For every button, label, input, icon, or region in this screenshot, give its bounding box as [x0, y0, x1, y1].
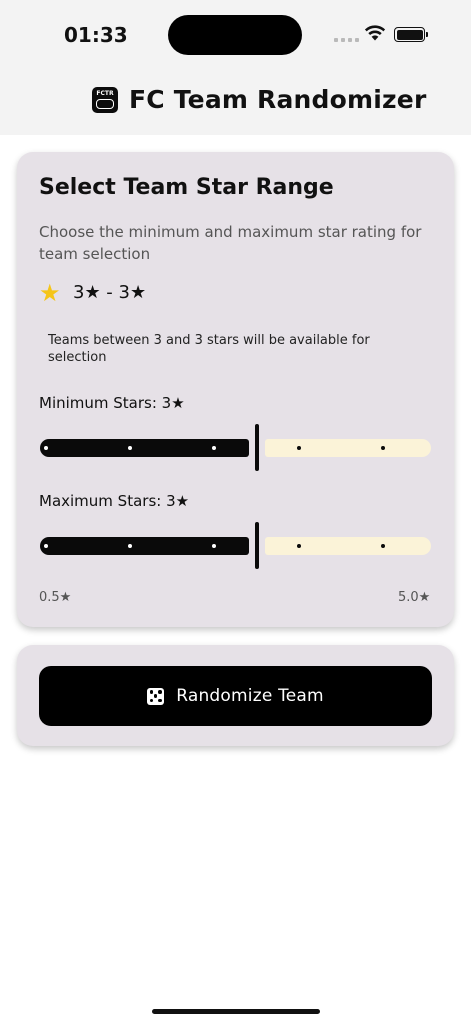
app-logo: FCTR: [92, 87, 118, 113]
slider-thumb[interactable]: [254, 522, 259, 569]
wifi-icon: [364, 25, 386, 41]
scale-max-label: 5.0★: [398, 590, 431, 605]
range-info-text: Teams between 3 and 3 stars will be avai…: [48, 333, 370, 365]
app-title: FC Team Randomizer: [129, 85, 427, 114]
slider-tick: [380, 544, 385, 548]
dynamic-island: [168, 15, 302, 55]
star-icon: ★: [39, 279, 61, 307]
minimum-stars-slider[interactable]: [40, 424, 431, 472]
slider-track-active: [40, 439, 249, 457]
slider-tick: [44, 446, 48, 450]
section-description: Choose the minimum and maximum star rati…: [39, 223, 422, 263]
cellular-signal-icon: [334, 38, 359, 42]
slider-thumb[interactable]: [254, 424, 259, 471]
battery-icon: [394, 27, 428, 42]
status-bar: 01:33: [0, 0, 471, 70]
scale-min-label: 0.5★: [39, 590, 72, 605]
randomize-team-button[interactable]: Randomize Team: [39, 666, 432, 726]
slider-tick: [44, 544, 48, 548]
slider-track-inactive: [264, 439, 431, 457]
maximum-stars-label: Maximum Stars: 3★: [39, 492, 190, 510]
randomize-team-label: Randomize Team: [176, 686, 324, 706]
maximum-stars-slider[interactable]: [40, 522, 431, 570]
range-summary: 3★ - 3★: [73, 282, 147, 303]
dice-icon: [147, 687, 165, 705]
slider-tick: [296, 544, 301, 548]
section-title: Select Team Star Range: [39, 175, 334, 200]
slider-tick: [296, 446, 301, 450]
home-indicator[interactable]: [152, 1009, 320, 1014]
slider-tick: [380, 446, 385, 450]
slider-track-inactive: [264, 537, 431, 555]
status-time: 01:33: [64, 23, 128, 47]
slider-track-active: [40, 537, 249, 555]
minimum-stars-label: Minimum Stars: 3★: [39, 394, 185, 412]
